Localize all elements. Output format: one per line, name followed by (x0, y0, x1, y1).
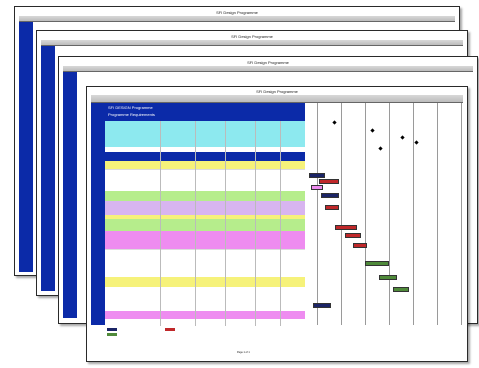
legend-swatch (107, 333, 117, 336)
legend-swatch (165, 328, 175, 331)
column-divider (225, 121, 226, 326)
column-divider (160, 121, 161, 326)
gantt-gridline (461, 103, 462, 325)
table-rows (105, 287, 305, 311)
blue-margin-band (41, 46, 55, 291)
gantt-bar (319, 179, 339, 184)
schedule-table (105, 121, 305, 326)
legend (105, 327, 305, 337)
sheet-title: SFI Design Programme (231, 34, 273, 39)
table-group-magenta (105, 231, 305, 249)
page-footer: Page 1 of 1 (237, 351, 250, 354)
milestone-marker (370, 128, 375, 133)
gantt-gridline (365, 103, 366, 325)
table-group-cyan (105, 121, 305, 147)
gantt-gridline (317, 103, 318, 325)
gantt-bar (345, 233, 361, 238)
gantt-gridline (437, 103, 438, 325)
gantt-bar (335, 225, 357, 230)
sheet-title: SFI Design Programme (247, 60, 289, 65)
table-group-lilac (105, 201, 305, 215)
gantt-area (307, 103, 463, 325)
gantt-bar (379, 275, 397, 280)
gantt-bar (321, 193, 339, 198)
sheet-title: SFI Design Programme (256, 89, 298, 94)
gantt-gridline (389, 103, 390, 325)
table-rows (105, 249, 305, 278)
milestone-marker (378, 146, 383, 151)
column-header (19, 16, 455, 22)
table-rows (105, 169, 305, 192)
column-divider (255, 121, 256, 326)
milestone-marker (400, 135, 405, 140)
gantt-bar (325, 205, 339, 210)
column-header (63, 66, 473, 72)
legend-swatch (107, 328, 117, 331)
gantt-gridline (413, 103, 414, 325)
milestone-marker (332, 120, 337, 125)
table-group-green (105, 219, 305, 231)
gantt-bar (309, 173, 325, 178)
table-group-green (105, 191, 305, 201)
blue-margin-band (63, 72, 77, 318)
column-header (41, 40, 463, 46)
column-divider (195, 121, 196, 326)
section-header: SFI DESIGN Programme Programme Requireme… (105, 103, 305, 121)
subsection-title: Programme Requirements (108, 112, 155, 117)
front-sheet: SFI Design Programme SFI DESIGN Programm… (86, 86, 468, 362)
gantt-gridline (341, 103, 342, 325)
gantt-bar (353, 243, 367, 248)
table-group-yellow (105, 277, 305, 287)
column-divider (280, 121, 281, 326)
gantt-bar (365, 261, 389, 266)
milestone-marker (414, 140, 419, 145)
table-group-magenta (105, 311, 305, 319)
gantt-bar (311, 185, 323, 190)
blue-margin-band (91, 103, 105, 325)
column-header (91, 95, 463, 103)
table-group-yellow (105, 161, 305, 169)
sheet-title: SFI Design Programme (216, 10, 258, 15)
table-group-header (105, 152, 305, 161)
blue-margin-band (19, 22, 33, 272)
gantt-bar (313, 303, 331, 308)
section-title: SFI DESIGN Programme (108, 105, 153, 110)
gantt-bar (393, 287, 409, 292)
